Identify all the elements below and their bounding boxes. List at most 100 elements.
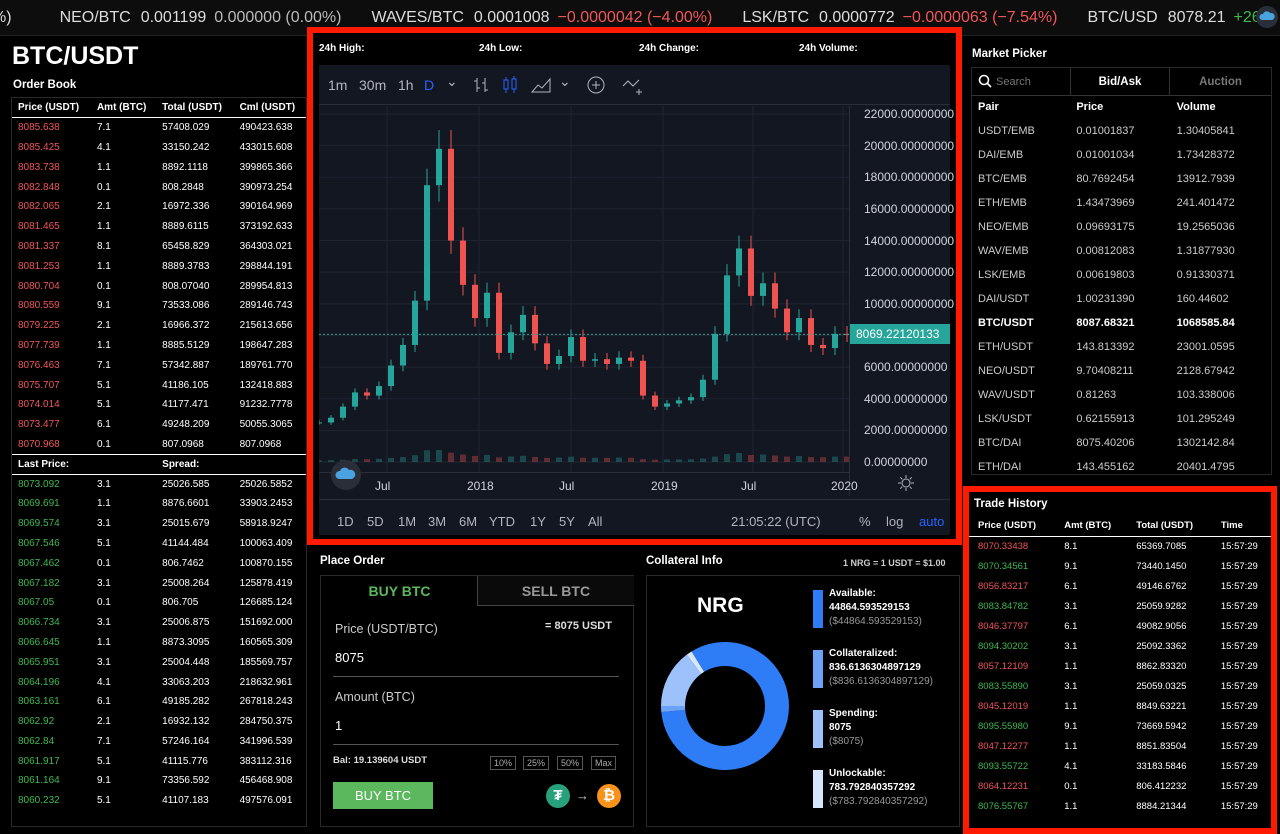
amount-input[interactable]: 1 — [335, 718, 342, 733]
orderbook-row[interactable]: 8062.84 7.1 57246.164 341996.539 — [12, 732, 306, 752]
market-row[interactable]: NEO/USDT 9.70408211 2128.67942 — [972, 359, 1271, 383]
compare-icon[interactable] — [621, 74, 645, 96]
market-picker: Bid/Ask Auction Pair Price Volume USDT/EMB… — [971, 67, 1272, 475]
tf-30m[interactable]: 30m — [359, 77, 386, 93]
market-row[interactable]: LSK/USDT 0.62155913 101.295249 — [972, 407, 1271, 431]
chart-plot[interactable] — [319, 106, 849, 496]
tf-1m[interactable]: 1m — [328, 77, 347, 93]
ticker-item[interactable]: WAVES/BTC 0.0001008 −0.0000042 (−4.00%) — [371, 9, 712, 27]
ticker-item[interactable]: BTC/USD 8078.21 +264 — [1087, 9, 1269, 27]
orderbook-row[interactable]: 8066.645 1.1 8873.3095 160565.309 — [12, 633, 306, 653]
pct-50-button[interactable]: 50% — [557, 756, 584, 770]
orderbook-row[interactable]: 8077.739 1.1 8885.5129 198647.283 — [12, 336, 306, 356]
orderbook-row[interactable]: 8067.462 0.1 806.7462 100870.155 — [12, 553, 306, 573]
pct-10-button[interactable]: 10% — [490, 756, 517, 770]
orderbook-row[interactable]: 8073.092 3.1 25026.585 25026.5852 — [12, 474, 306, 494]
orderbook-row[interactable]: 8067.182 3.1 25008.264 125878.419 — [12, 573, 306, 593]
pct-max-button[interactable]: Max — [591, 756, 617, 770]
range-1m[interactable]: 1M — [398, 514, 416, 529]
ticker-pair: LSK/BTC — [742, 9, 810, 26]
tab-buy[interactable]: BUY BTC — [321, 576, 478, 606]
orderbook-row[interactable]: 8063.161 6.1 49185.282 267818.243 — [12, 692, 306, 712]
range-5y[interactable]: 5Y — [559, 514, 575, 529]
orderbook-row[interactable]: 8065.951 3.1 25004.448 185569.757 — [12, 652, 306, 672]
range-ytd[interactable]: YTD — [489, 514, 515, 529]
candles-icon[interactable] — [500, 75, 520, 95]
market-row[interactable]: ETH/DAI 143.455162 20401.4795 — [972, 455, 1271, 479]
orderbook-row[interactable]: 8070.968 0.1 807.0968 807.0968 — [12, 435, 306, 455]
range-6m[interactable]: 6M — [459, 514, 477, 529]
orderbook-row[interactable]: 8081.337 8.1 65458.829 364303.021 — [12, 237, 306, 257]
orderbook-row[interactable]: 8061.917 5.1 41115.776 383112.316 — [12, 751, 306, 771]
chevron-down-icon-2[interactable]: ⌄ — [559, 73, 571, 90]
ticker-item[interactable]: %) — [0, 9, 30, 27]
orderbook-row[interactable]: 8085.425 4.1 33150.242 433015.608 — [12, 138, 306, 158]
candle-body — [664, 403, 670, 407]
orderbook-row[interactable]: 8082.065 2.1 16972.336 390164.969 — [12, 197, 306, 217]
ticker-item[interactable]: NEO/BTC 0.001199 0.000000 (0.00%) — [60, 9, 342, 27]
market-row[interactable]: WAV/USDT 0.81263 103.338006 — [972, 383, 1271, 407]
market-row[interactable]: NEO/EMB 0.09693175 19.2565036 — [972, 215, 1271, 239]
orderbook-row[interactable]: 8066.734 3.1 25006.875 151692.000 — [12, 613, 306, 633]
area-chart-icon[interactable] — [530, 75, 552, 95]
gear-icon[interactable] — [897, 474, 915, 492]
chevron-down-icon[interactable]: ⌄ — [446, 73, 458, 90]
orderbook-row[interactable]: 8067.546 5.1 41144.484 100063.409 — [12, 534, 306, 554]
range-3m[interactable]: 3M — [428, 514, 446, 529]
candle-body — [712, 333, 718, 380]
range-5d[interactable]: 5D — [367, 514, 384, 529]
orderbook-row[interactable]: 8080.559 9.1 73533.086 289146.743 — [12, 296, 306, 316]
orderbook-row[interactable]: 8085.638 7.1 57408.029 490423.638 — [12, 118, 306, 138]
tab-auction[interactable]: Auction — [1170, 68, 1271, 96]
orderbook-row[interactable]: 8079.225 2.1 16966.372 215613.656 — [12, 316, 306, 336]
orderbook-row[interactable]: 8060.232 5.1 41107.183 497576.091 — [12, 791, 306, 811]
pct-25-button[interactable]: 25% — [523, 756, 550, 770]
market-row[interactable]: ETH/USDT 143.813392 23001.0595 — [972, 335, 1271, 359]
tab-sell[interactable]: SELL BTC — [477, 576, 634, 606]
orderbook-row[interactable]: 8067.05 0.1 806.705 126685.124 — [12, 593, 306, 613]
orderbook-row[interactable]: 8081.465 1.1 8889.6115 373192.633 — [12, 217, 306, 237]
orderbook-row[interactable]: 8069.574 3.1 25015.679 58918.9247 — [12, 514, 306, 534]
orderbook-row[interactable]: 8064.196 4.1 33063.203 218632.961 — [12, 672, 306, 692]
orderbook-row[interactable]: 8069.691 1.1 8876.6601 33903.2453 — [12, 494, 306, 514]
market-row[interactable]: WAV/EMB 0.00812083 1.31877930 — [972, 239, 1271, 263]
orderbook-row[interactable]: 8075.707 5.1 41186.105 132418.883 — [12, 375, 306, 395]
orderbook-row[interactable]: 8074.014 5.1 41177.471 91232.7778 — [12, 395, 306, 415]
bar-chart-icon[interactable] — [471, 75, 491, 95]
ticker-item[interactable]: LSK/BTC 0.0000772 −0.0000063 (−7.54%) — [742, 9, 1057, 27]
range-1d[interactable]: 1D — [337, 514, 354, 529]
orderbook-cell: 25004.448 — [162, 656, 210, 668]
orderbook-row[interactable]: 8073.477 6.1 49248.209 50055.3065 — [12, 415, 306, 435]
scale-log[interactable]: log — [886, 514, 903, 529]
orderbook-row[interactable]: 8080.704 0.1 808.07040 289954.813 — [12, 276, 306, 296]
add-indicator-icon[interactable] — [585, 74, 607, 96]
market-row[interactable]: LSK/EMB 0.00619803 0.91330371 — [972, 263, 1271, 287]
legend-item: Collateralized: 836.6136304897129 ($836.61… — [829, 647, 933, 689]
tab-bid-ask[interactable]: Bid/Ask — [1070, 68, 1170, 96]
orderbook-row[interactable]: 8083.738 1.1 8892.1118 399865.366 — [12, 157, 306, 177]
market-row[interactable]: BTC/USDT 8087.68321 1068585.84 — [972, 311, 1271, 335]
market-row[interactable]: ETH/EMB 1.43473969 241.401472 — [972, 191, 1271, 215]
chart-panel[interactable]: 1m 30m 1h D ⌄ ⌄ 22000.00000000 20000.0000… — [319, 65, 954, 535]
range-1y[interactable]: 1Y — [530, 514, 546, 529]
price-input[interactable]: 8075 — [335, 650, 364, 665]
scale-auto[interactable]: auto — [919, 514, 944, 529]
buy-btc-button[interactable]: BUY BTC — [333, 782, 433, 809]
market-row[interactable]: BTC/EMB 80.7692454 13912.7939 — [972, 167, 1271, 191]
orderbook-row[interactable]: 8082.848 0.1 808.2848 390973.254 — [12, 177, 306, 197]
trade-cell: 15:57:29 — [1220, 800, 1258, 812]
orderbook-row[interactable]: 8076.463 7.1 57342.887 189761.770 — [12, 355, 306, 375]
market-row[interactable]: DAI/USDT 1.00231390 160.44602 — [972, 287, 1271, 311]
search-input[interactable] — [996, 72, 1068, 92]
orderbook-row[interactable]: 8062.92 2.1 16932.132 284750.375 — [12, 712, 306, 732]
scale-percent[interactable]: % — [859, 514, 871, 529]
range-all[interactable]: All — [588, 514, 602, 529]
market-row[interactable]: BTC/DAI 8075.40206 1302142.84 — [972, 431, 1271, 455]
orderbook-row[interactable]: 8081.253 1.1 8889.3783 298844.191 — [12, 256, 306, 276]
market-row[interactable]: USDT/EMB 0.01001837 1.30405841 — [972, 119, 1271, 143]
market-cell: 20401.4795 — [1176, 461, 1235, 473]
market-row[interactable]: DAI/EMB 0.01001034 1.73428372 — [972, 143, 1271, 167]
tf-1h[interactable]: 1h — [398, 77, 414, 93]
orderbook-row[interactable]: 8061.164 9.1 73356.592 456468.908 — [12, 771, 306, 791]
tf-d[interactable]: D — [424, 77, 434, 93]
